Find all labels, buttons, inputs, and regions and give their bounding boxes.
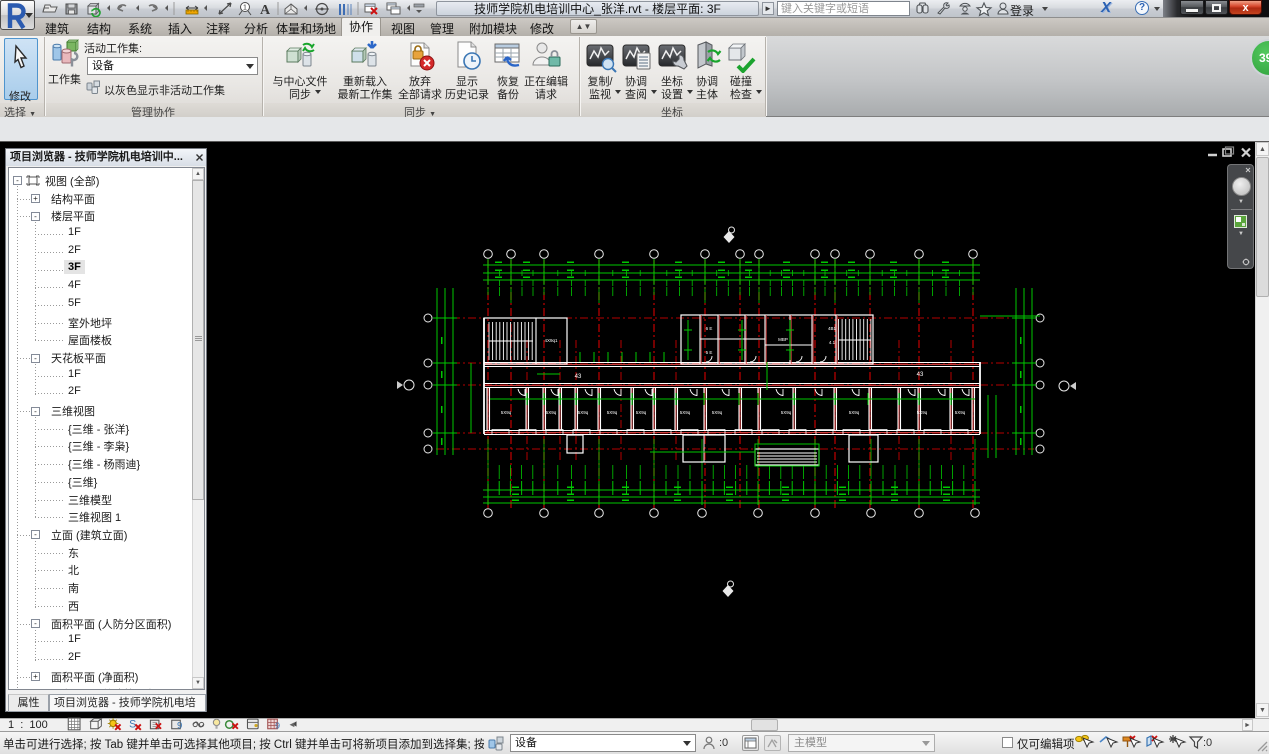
svg-text:MBP: MBP bbox=[778, 337, 788, 342]
svg-text:5X9q: 5X9q bbox=[849, 410, 860, 415]
svg-text:43: 43 bbox=[575, 374, 582, 380]
svg-text:1: 1 bbox=[243, 5, 247, 12]
svg-text:5X9q: 5X9q bbox=[917, 410, 928, 415]
svg-text:5X9q: 5X9q bbox=[955, 410, 966, 415]
svg-text:4X9q1: 4X9q1 bbox=[544, 338, 558, 343]
svg-text:5 E: 5 E bbox=[706, 350, 713, 355]
svg-text:5X9q: 5X9q bbox=[680, 410, 691, 415]
svg-text:9: 9 bbox=[177, 721, 182, 731]
svg-text:43: 43 bbox=[917, 372, 924, 378]
svg-text:9: 9 bbox=[275, 721, 280, 731]
svg-text:5X9q: 5X9q bbox=[578, 410, 589, 415]
svg-text:5X9q: 5X9q bbox=[712, 410, 723, 415]
svg-text:5X9q: 5X9q bbox=[781, 410, 792, 415]
svg-text:5X9q: 5X9q bbox=[501, 410, 512, 415]
svg-text:5X9q: 5X9q bbox=[636, 410, 647, 415]
svg-text:4B1: 4B1 bbox=[828, 326, 837, 331]
svg-text:6 E: 6 E bbox=[706, 326, 713, 331]
svg-text:5X9q: 5X9q bbox=[607, 410, 618, 415]
svg-text:A: A bbox=[260, 3, 271, 17]
svg-text:5X9q: 5X9q bbox=[546, 410, 557, 415]
svg-text:4.1: 4.1 bbox=[829, 340, 836, 345]
